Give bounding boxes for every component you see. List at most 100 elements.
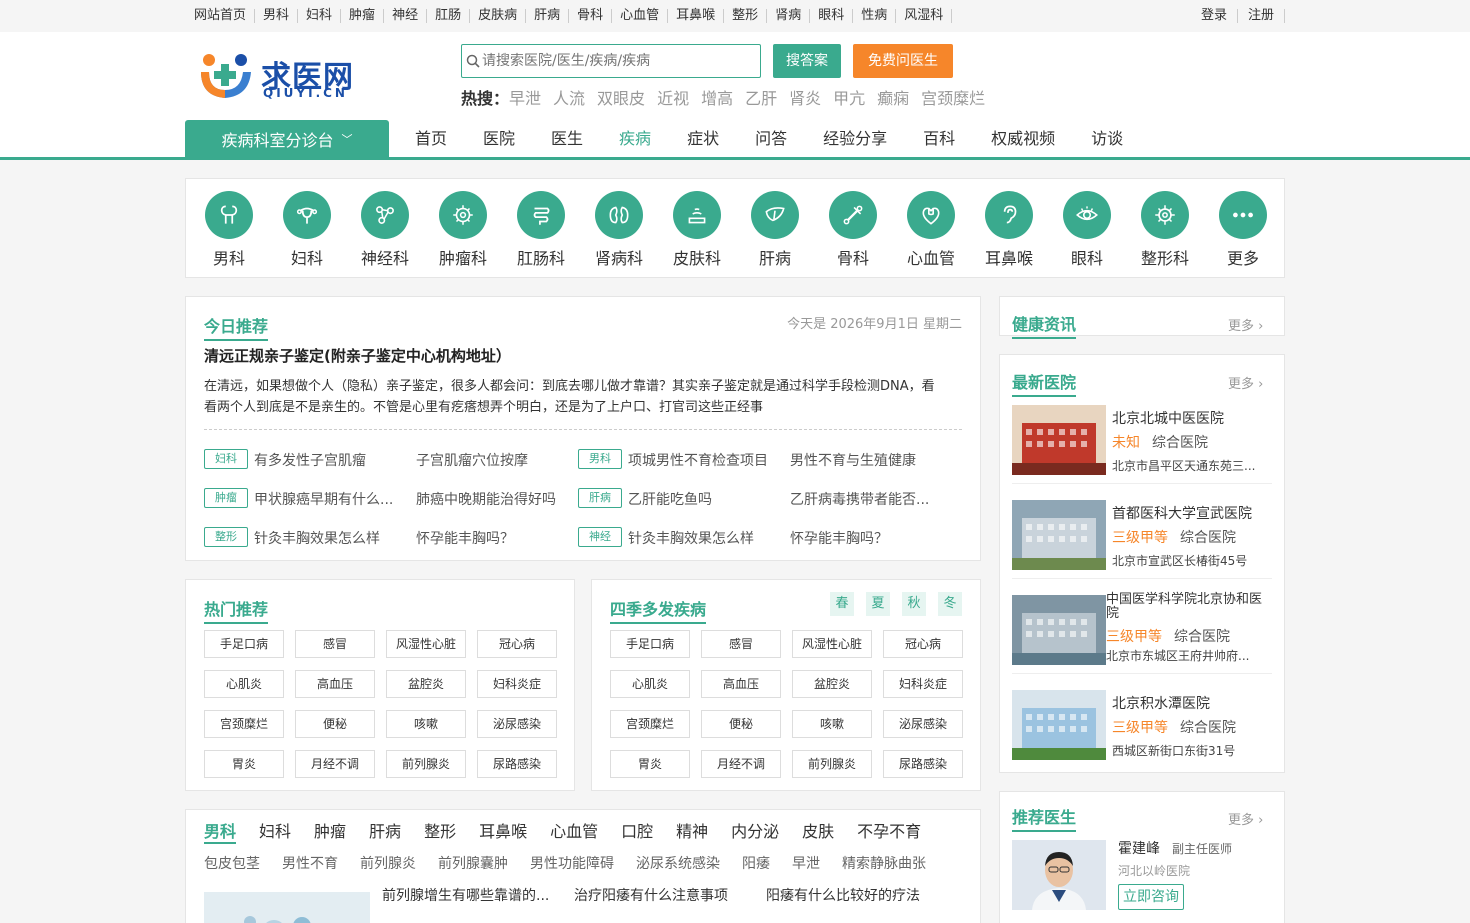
- article-link[interactable]: 怀孕能丰胸吗？: [416, 528, 514, 548]
- article-link[interactable]: 怀孕能丰胸吗？: [790, 528, 888, 548]
- department-tab[interactable]: 皮肤: [802, 818, 834, 844]
- disease-chip[interactable]: 风湿性心脏: [792, 630, 872, 658]
- sub-disease-link[interactable]: 包皮包茎: [204, 853, 260, 873]
- department-item[interactable]: 肛肠科: [502, 191, 580, 269]
- article-link[interactable]: 肺癌中晚期能治得好吗: [416, 489, 556, 509]
- ask-doctor-button[interactable]: 免费问医生: [853, 44, 953, 78]
- disease-chip[interactable]: 咳嗽: [386, 710, 466, 738]
- article-link[interactable]: 针灸丰胸效果怎么样: [254, 528, 380, 548]
- disease-chip[interactable]: 尿路感染: [883, 750, 963, 778]
- today-headline[interactable]: 清远正规亲子鉴定(附亲子鉴定中心机构地址）: [204, 345, 511, 366]
- nav-item[interactable]: 权威视频: [973, 120, 1073, 157]
- top-nav-item[interactable]: 肿瘤: [341, 9, 385, 23]
- article-link[interactable]: 治疗阳痿有什么注意事项: [574, 885, 728, 905]
- disease-chip[interactable]: 便秘: [295, 710, 375, 738]
- sub-disease-link[interactable]: 泌尿系统感染: [636, 853, 720, 873]
- disease-chip[interactable]: 妇科炎症: [477, 670, 557, 698]
- disease-chip[interactable]: 冠心病: [477, 630, 557, 658]
- department-item[interactable]: 肝病: [736, 191, 814, 269]
- department-tab[interactable]: 心血管: [550, 818, 598, 844]
- department-tab[interactable]: 肝病: [369, 818, 401, 844]
- department-item[interactable]: 更多: [1204, 191, 1282, 269]
- disease-chip[interactable]: 风湿性心脏: [386, 630, 466, 658]
- season-tab[interactable]: 秋: [902, 592, 926, 616]
- disease-chip[interactable]: 便秘: [701, 710, 781, 738]
- sub-disease-link[interactable]: 男性不育: [282, 853, 338, 873]
- disease-chip[interactable]: 胃炎: [610, 750, 690, 778]
- disease-chip[interactable]: 月经不调: [295, 750, 375, 778]
- sub-disease-link[interactable]: 前列腺炎: [360, 853, 416, 873]
- sub-disease-link[interactable]: 前列腺囊肿: [438, 853, 508, 873]
- article-link[interactable]: 有多发性子宫肌瘤: [254, 450, 366, 470]
- hospital-item[interactable]: 首都医科大学宣武医院 三级甲等 综合医院 北京市宣武区长椿街45号: [1012, 500, 1272, 570]
- top-nav-item[interactable]: 眼科: [810, 9, 854, 23]
- news-more-link[interactable]: 更多 ›: [1228, 315, 1263, 334]
- hospital-photo[interactable]: [1012, 405, 1106, 475]
- top-nav-item[interactable]: 肝病: [526, 9, 570, 23]
- disease-chip[interactable]: 盆腔炎: [792, 670, 872, 698]
- nav-item[interactable]: 访谈: [1073, 120, 1141, 157]
- top-nav-item[interactable]: 整形: [724, 9, 768, 23]
- disease-chip[interactable]: 前列腺炎: [386, 750, 466, 778]
- department-tag[interactable]: 神经: [578, 527, 622, 547]
- department-item[interactable]: 皮肤科: [658, 191, 736, 269]
- nav-item[interactable]: 医院: [465, 120, 533, 157]
- top-nav-item[interactable]: 男科: [255, 9, 299, 23]
- department-item[interactable]: 妇科: [268, 191, 346, 269]
- hot-keyword-link[interactable]: 乙肝: [745, 89, 777, 108]
- disease-chip[interactable]: 感冒: [701, 630, 781, 658]
- department-tab[interactable]: 耳鼻喉: [479, 818, 527, 844]
- hot-keyword-link[interactable]: 宫颈糜烂: [921, 89, 985, 108]
- article-link[interactable]: 针灸丰胸效果怎么样: [628, 528, 754, 548]
- department-tab[interactable]: 妇科: [259, 818, 291, 844]
- nav-item[interactable]: 经验分享: [805, 120, 905, 157]
- department-tab[interactable]: 口腔: [621, 818, 653, 844]
- top-nav-item[interactable]: 骨科: [569, 9, 613, 23]
- search-button[interactable]: 搜答案: [773, 44, 841, 78]
- disease-chip[interactable]: 胃炎: [204, 750, 284, 778]
- site-logo[interactable]: 求医网 QIUYI.CN: [197, 50, 367, 102]
- top-nav-item[interactable]: 性病: [853, 9, 897, 23]
- consult-button[interactable]: 立即咨询: [1118, 884, 1184, 910]
- register-link[interactable]: 注册: [1238, 9, 1285, 23]
- hot-keyword-link[interactable]: 近视: [657, 89, 689, 108]
- department-tab[interactable]: 精神: [676, 818, 708, 844]
- hospital-name[interactable]: 北京积水潭医院: [1112, 693, 1210, 713]
- disease-chip[interactable]: 手足口病: [610, 630, 690, 658]
- disease-chip[interactable]: 宫颈糜烂: [610, 710, 690, 738]
- disease-chip[interactable]: 咳嗽: [792, 710, 872, 738]
- disease-chip[interactable]: 尿路感染: [477, 750, 557, 778]
- disease-chip[interactable]: 泌尿感染: [883, 710, 963, 738]
- hot-keyword-link[interactable]: 人流: [553, 89, 585, 108]
- department-item[interactable]: 整形科: [1126, 191, 1204, 269]
- department-item[interactable]: 眼科: [1048, 191, 1126, 269]
- hot-keyword-link[interactable]: 甲亢: [833, 89, 865, 108]
- department-tab[interactable]: 男科: [204, 818, 237, 844]
- season-tab[interactable]: 夏: [866, 592, 890, 616]
- disease-chip[interactable]: 盆腔炎: [386, 670, 466, 698]
- disease-chip[interactable]: 泌尿感染: [477, 710, 557, 738]
- department-item[interactable]: 肿瘤科: [424, 191, 502, 269]
- department-tag[interactable]: 整形: [204, 527, 248, 547]
- article-link[interactable]: 男性不育与生殖健康: [790, 450, 916, 470]
- top-nav-item[interactable]: 皮肤病: [470, 9, 527, 23]
- department-item[interactable]: 骨科: [814, 191, 892, 269]
- disease-chip[interactable]: 前列腺炎: [792, 750, 872, 778]
- top-nav-item[interactable]: 风湿科: [896, 9, 953, 23]
- department-tag[interactable]: 妇科: [204, 449, 248, 469]
- doctor-name[interactable]: 霍建峰: [1118, 838, 1160, 858]
- hospital-item[interactable]: 北京北城中医医院 未知 综合医院 北京市昌平区天通东苑三...: [1012, 405, 1272, 475]
- department-item[interactable]: 男科: [190, 191, 268, 269]
- hot-keyword-link[interactable]: 早泄: [509, 89, 541, 108]
- hot-keyword-link[interactable]: 癫痫: [877, 89, 909, 108]
- hospital-photo[interactable]: [1012, 595, 1106, 665]
- nav-item[interactable]: 疾病: [601, 120, 669, 157]
- disease-chip[interactable]: 月经不调: [701, 750, 781, 778]
- hospital-more-link[interactable]: 更多 ›: [1228, 373, 1263, 392]
- sub-disease-link[interactable]: 男性功能障碍: [530, 853, 614, 873]
- login-link[interactable]: 登录: [1191, 9, 1238, 23]
- article-link[interactable]: 乙肝病毒携带者能否...: [790, 489, 929, 509]
- article-link[interactable]: 项城男性不育检查项目: [628, 450, 768, 470]
- category-triage-button[interactable]: 疾病科室分诊台 ﹀: [185, 120, 389, 157]
- disease-chip[interactable]: 高血压: [701, 670, 781, 698]
